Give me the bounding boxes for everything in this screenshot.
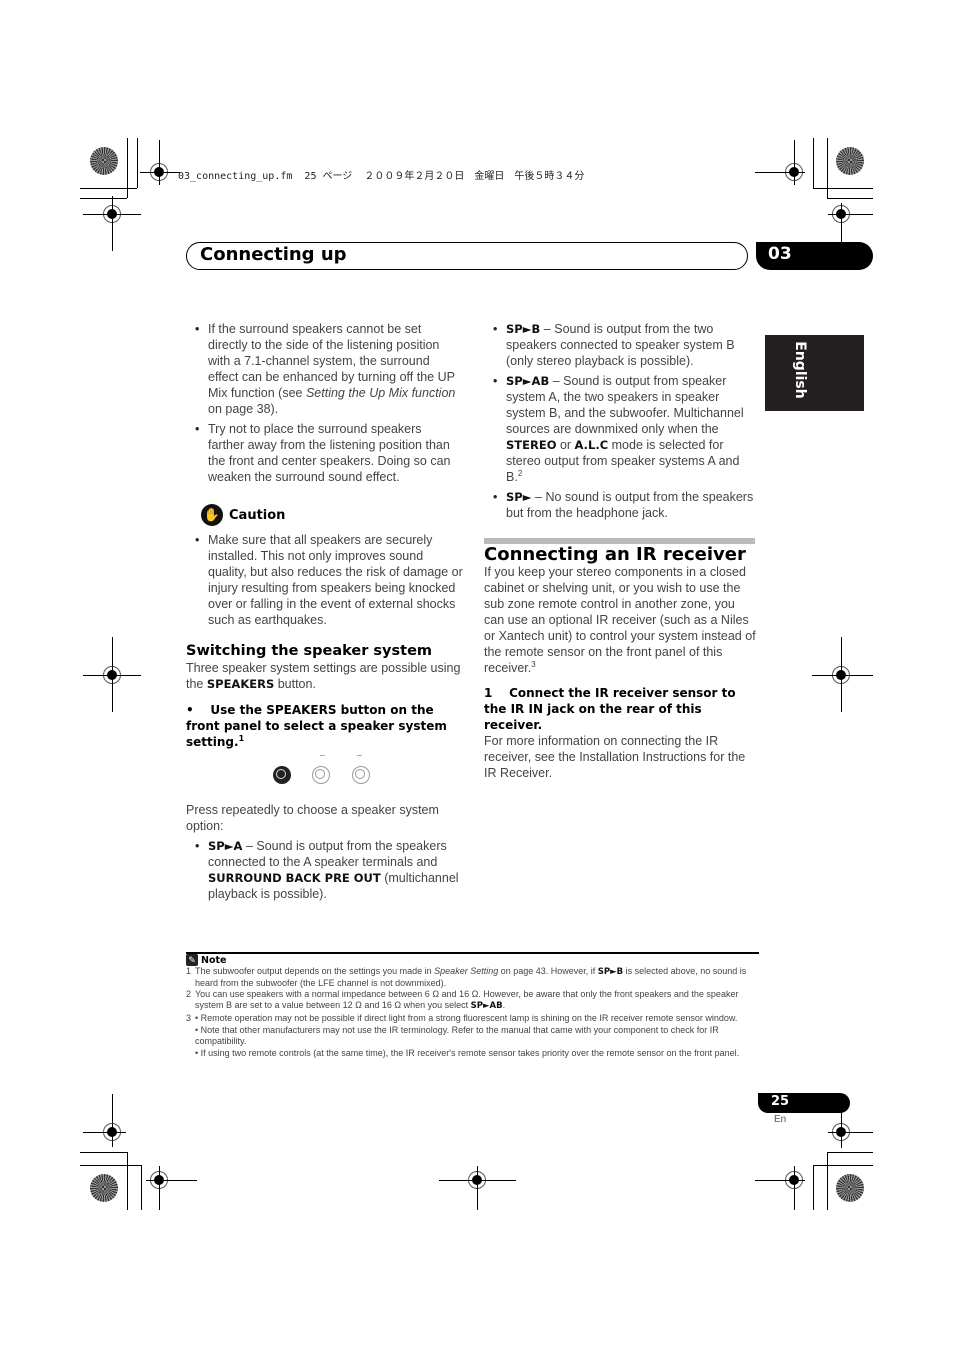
crop-line xyxy=(112,1094,113,1147)
panel-marker xyxy=(320,755,325,756)
print-slug: 03_connecting_up.fm 25 ページ ２００９年２月２０日 金曜… xyxy=(178,171,585,182)
option-sp-off: SP► – No sound is output from the speake… xyxy=(493,489,756,521)
color-target-bottom-right-icon xyxy=(836,1174,864,1202)
section-heading: Connecting an IR receiver xyxy=(484,544,746,565)
crop-line xyxy=(828,1132,873,1133)
crop-line xyxy=(827,198,873,199)
option-sp-a: SP►A – Sound is output from the speakers… xyxy=(195,838,466,902)
section-intro: If you keep your stereo components in a … xyxy=(484,565,756,675)
color-target-bottom-left-icon xyxy=(90,1174,118,1202)
option-sp-ab: SP►AB – Sound is output from speaker sys… xyxy=(493,373,756,485)
crop-line xyxy=(112,637,113,712)
list-item: If the surround speakers cannot be set d… xyxy=(195,321,461,417)
crop-line xyxy=(127,1152,128,1210)
crop-line xyxy=(477,1166,478,1210)
cross-reference: Setting the Up Mix function xyxy=(305,386,456,400)
crop-line xyxy=(841,637,842,712)
crop-line xyxy=(127,138,128,198)
footnote-sub-item: • Remote operation may not be possible i… xyxy=(195,1013,738,1023)
ir-receiver-section: Connecting an IR receiver If you keep yo… xyxy=(484,544,756,781)
color-target-top-left-icon xyxy=(90,147,118,175)
crop-line xyxy=(794,140,795,185)
caution-label: Caution xyxy=(229,507,286,523)
language-tab-label: English xyxy=(792,341,808,399)
speaker-options-right: SP►B – Sound is output from the two spea… xyxy=(484,321,756,525)
panel-button-illustration xyxy=(352,766,370,784)
crop-line xyxy=(137,138,138,188)
caution-body: Make sure that all speakers are securely… xyxy=(186,532,464,632)
instruction-step: 1 Connect the IR receiver sensor to the … xyxy=(484,686,736,732)
crop-line xyxy=(146,1180,197,1181)
footnote-sub-item: • If using two remote controls (at the s… xyxy=(195,1048,740,1058)
crop-line xyxy=(841,1113,842,1148)
speaker-options-left: Press repeatedly to choose a speaker sys… xyxy=(186,802,466,906)
step-detail: For more information on connecting the I… xyxy=(484,734,746,780)
crop-line xyxy=(159,1166,160,1210)
crop-line xyxy=(112,196,113,251)
crop-line xyxy=(794,1166,795,1210)
caution-heading: ✋ Caution xyxy=(201,504,285,526)
crop-line xyxy=(755,172,805,173)
instruction-step: • Use the SPEAKERS button on the front p… xyxy=(186,703,447,749)
language-tab xyxy=(765,335,864,411)
crop-line xyxy=(828,214,873,215)
crop-line xyxy=(813,138,814,188)
footnote: 2 You can use speakers with a normal impe… xyxy=(186,989,739,1011)
notes-heading: ✎ Note xyxy=(186,954,226,966)
crop-line xyxy=(812,675,873,676)
press-instruction: Press repeatedly to choose a speaker sys… xyxy=(186,803,439,833)
page-number: 25 xyxy=(771,1094,790,1109)
crop-line xyxy=(140,172,180,173)
crop-line xyxy=(813,1165,814,1210)
speakers-button-illustration xyxy=(273,766,291,784)
footnote: 1 The subwoofer output depends on the set… xyxy=(186,966,747,988)
chapter-number: 03 xyxy=(768,244,792,264)
crop-line xyxy=(841,230,842,244)
footnote-sub-item: • Note that other manufacturers may not … xyxy=(195,1025,719,1046)
list-item: Try not to place the surround speakers f… xyxy=(195,421,461,485)
notes-label: Note xyxy=(201,954,227,966)
crop-line xyxy=(813,1165,873,1166)
crop-line xyxy=(827,1152,828,1210)
crop-line xyxy=(141,1165,142,1210)
notes-divider xyxy=(186,952,759,954)
crop-line xyxy=(80,1152,127,1153)
section-intro: Three speaker system settings are possib… xyxy=(186,661,461,691)
pencil-note-icon: ✎ xyxy=(186,954,198,966)
left-column-top: If the surround speakers cannot be set d… xyxy=(186,321,461,489)
crop-line xyxy=(83,1132,126,1133)
crop-line xyxy=(827,138,828,198)
page-language: En xyxy=(774,1114,787,1125)
footnote: 3 • Remote operation may not be possible… xyxy=(186,1013,761,1059)
panel-button-illustration xyxy=(312,766,330,784)
crop-line xyxy=(827,1152,873,1153)
option-sp-b: SP►B – Sound is output from the two spea… xyxy=(493,321,756,369)
panel-marker xyxy=(357,755,362,756)
section-heading: Switching the speaker system xyxy=(186,643,433,659)
crop-line xyxy=(813,188,873,189)
color-target-top-right-icon xyxy=(836,147,864,175)
crop-line xyxy=(80,188,137,189)
footnotes: 1 The subwoofer output depends on the set… xyxy=(186,966,761,1059)
crop-line xyxy=(159,140,160,185)
hand-stop-icon: ✋ xyxy=(201,504,223,526)
crop-line xyxy=(80,198,127,199)
speaker-system-section: Switching the speaker system Three speak… xyxy=(186,643,466,750)
list-item: Make sure that all speakers are securely… xyxy=(195,532,464,628)
crop-line xyxy=(755,1180,805,1181)
crop-line xyxy=(80,1165,141,1166)
page-title: Connecting up xyxy=(200,244,347,265)
